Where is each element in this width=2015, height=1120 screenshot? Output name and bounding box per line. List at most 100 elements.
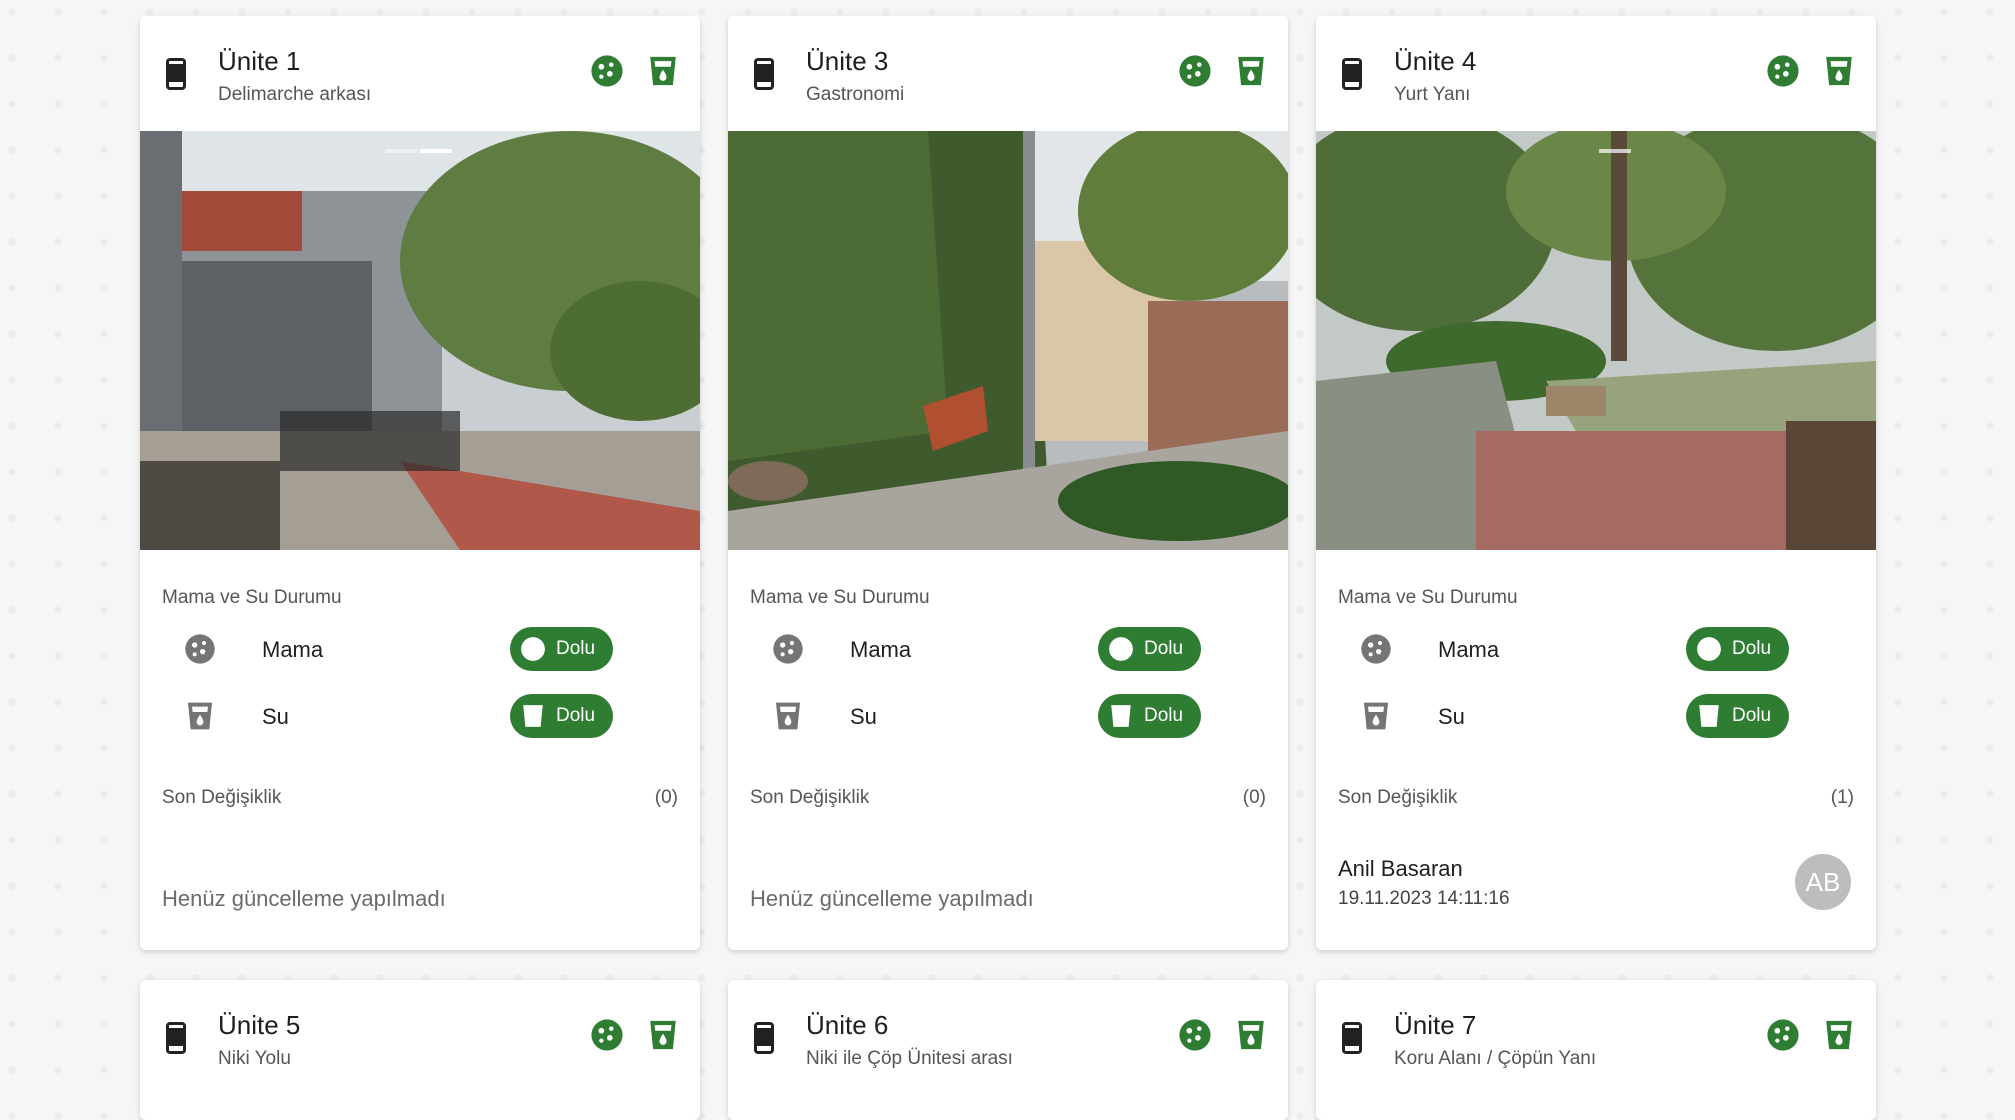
water-button[interactable] xyxy=(1234,54,1268,88)
water-status: Dolu xyxy=(556,705,596,726)
cookie-icon xyxy=(590,54,624,88)
water-cup-icon xyxy=(1696,703,1722,729)
unit-title: Ünite 5 xyxy=(218,1010,301,1040)
water-cup-icon xyxy=(772,700,804,732)
water-cup-icon xyxy=(184,700,216,732)
water-label: Su xyxy=(850,704,877,729)
smartphone-icon xyxy=(166,58,186,90)
unit-location: Niki Yolu xyxy=(218,1048,291,1069)
cookie-icon xyxy=(184,633,216,665)
unit-card: Ünite 3 Gastronomi Mama ve Su Durumu Mam… xyxy=(728,16,1288,950)
water-status-chip[interactable]: Dolu xyxy=(510,694,613,738)
updater-name: Anil Basaran xyxy=(1338,856,1463,881)
status-section-title: Mama ve Su Durumu xyxy=(162,587,342,608)
no-update-message: Henüz güncelleme yapılmadı xyxy=(750,886,1034,911)
unit-card: Ünite 4 Yurt Yanı Mama ve Su Durumu Mama xyxy=(1316,16,1876,950)
last-change-count: (0) xyxy=(1242,787,1266,808)
status-section-title: Mama ve Su Durumu xyxy=(1338,587,1518,608)
unit-card: Ünite 7 Koru Alanı / Çöpün Yanı xyxy=(1316,980,1876,1120)
water-cup-icon xyxy=(520,703,546,729)
unit-photo[interactable] xyxy=(728,131,1288,550)
food-status-chip[interactable]: Dolu xyxy=(1098,627,1201,671)
food-status: Dolu xyxy=(1144,638,1184,659)
food-label: Mama xyxy=(262,637,324,662)
unit-title: Ünite 4 xyxy=(1394,46,1477,76)
food-status: Dolu xyxy=(556,638,596,659)
smartphone-icon xyxy=(1342,1022,1362,1054)
food-status: Dolu xyxy=(1732,638,1772,659)
last-change-count: (0) xyxy=(654,787,678,808)
water-cup-icon xyxy=(646,54,680,88)
water-cup-icon xyxy=(1822,1018,1856,1052)
feed-button[interactable] xyxy=(1766,1018,1800,1052)
feed-button[interactable] xyxy=(590,54,624,88)
unit-card: Ünite 5 Niki Yolu xyxy=(140,980,700,1120)
feed-button[interactable] xyxy=(1178,1018,1212,1052)
unit-title: Ünite 3 xyxy=(806,46,889,76)
smartphone-icon xyxy=(754,58,774,90)
last-change-label: Son Değişiklik xyxy=(1338,787,1458,808)
cookie-icon xyxy=(772,633,804,665)
food-label: Mama xyxy=(1438,637,1500,662)
unit-photo[interactable] xyxy=(140,131,700,550)
unit-card: Ünite 1 Delimarche arkası Mama ve Su Dur… xyxy=(140,16,700,950)
cookie-icon xyxy=(1360,633,1392,665)
water-button[interactable] xyxy=(1822,54,1856,88)
water-cup-icon xyxy=(1108,703,1134,729)
last-change-label: Son Değişiklik xyxy=(750,787,870,808)
water-button[interactable] xyxy=(1234,1018,1268,1052)
status-section-title: Mama ve Su Durumu xyxy=(750,587,930,608)
water-cup-icon xyxy=(646,1018,680,1052)
last-change-label: Son Değişiklik xyxy=(162,787,282,808)
cookie-icon xyxy=(1766,1018,1800,1052)
unit-location: Delimarche arkası xyxy=(218,84,372,105)
feed-button[interactable] xyxy=(1766,54,1800,88)
water-cup-icon xyxy=(1234,54,1268,88)
water-status: Dolu xyxy=(1144,705,1184,726)
smartphone-icon xyxy=(166,1022,186,1054)
unit-title: Ünite 6 xyxy=(806,1010,889,1040)
water-button[interactable] xyxy=(646,54,680,88)
no-update-message: Henüz güncelleme yapılmadı xyxy=(162,886,446,911)
unit-location: Yurt Yanı xyxy=(1394,84,1471,105)
feed-button[interactable] xyxy=(590,1018,624,1052)
smartphone-icon xyxy=(754,1022,774,1054)
unit-card: Ünite 6 Niki ile Çöp Ünitesi arası xyxy=(728,980,1288,1120)
water-cup-icon xyxy=(1822,54,1856,88)
unit-title: Ünite 7 xyxy=(1394,1010,1477,1040)
cookie-icon xyxy=(590,1018,624,1052)
card-header: Ünite 3 Gastronomi xyxy=(728,16,1288,129)
cookie-icon xyxy=(1766,54,1800,88)
card-header: Ünite 4 Yurt Yanı xyxy=(1316,16,1876,129)
water-cup-icon xyxy=(1360,700,1392,732)
card-header: Ünite 1 Delimarche arkası xyxy=(140,16,700,129)
last-change-count: (1) xyxy=(1830,787,1854,808)
water-button[interactable] xyxy=(1822,1018,1856,1052)
food-status-chip[interactable]: Dolu xyxy=(510,627,613,671)
cookie-icon xyxy=(1178,54,1212,88)
unit-location: Niki ile Çöp Ünitesi arası xyxy=(806,1048,1013,1069)
cookie-icon xyxy=(1696,636,1722,662)
unit-title: Ünite 1 xyxy=(218,46,301,76)
unit-location: Koru Alanı / Çöpün Yanı xyxy=(1394,1048,1597,1069)
cookie-icon xyxy=(1108,636,1134,662)
water-button[interactable] xyxy=(646,1018,680,1052)
cookie-icon xyxy=(1178,1018,1212,1052)
water-status: Dolu xyxy=(1732,705,1772,726)
feed-button[interactable] xyxy=(1178,54,1212,88)
water-cup-icon xyxy=(1234,1018,1268,1052)
avatar: AB xyxy=(1795,854,1851,910)
water-status-chip[interactable]: Dolu xyxy=(1098,694,1201,738)
unit-location: Gastronomi xyxy=(806,84,905,105)
card-header: Ünite 5 Niki Yolu xyxy=(140,980,700,1093)
water-status-chip[interactable]: Dolu xyxy=(1686,694,1789,738)
card-header: Ünite 6 Niki ile Çöp Ünitesi arası xyxy=(728,980,1288,1093)
update-timestamp: 19.11.2023 14:11:16 xyxy=(1338,888,1510,909)
water-label: Su xyxy=(262,704,289,729)
card-header: Ünite 7 Koru Alanı / Çöpün Yanı xyxy=(1316,980,1876,1093)
smartphone-icon xyxy=(1342,58,1362,90)
cookie-icon xyxy=(520,636,546,662)
food-status-chip[interactable]: Dolu xyxy=(1686,627,1789,671)
food-label: Mama xyxy=(850,637,912,662)
unit-photo[interactable] xyxy=(1316,131,1876,550)
